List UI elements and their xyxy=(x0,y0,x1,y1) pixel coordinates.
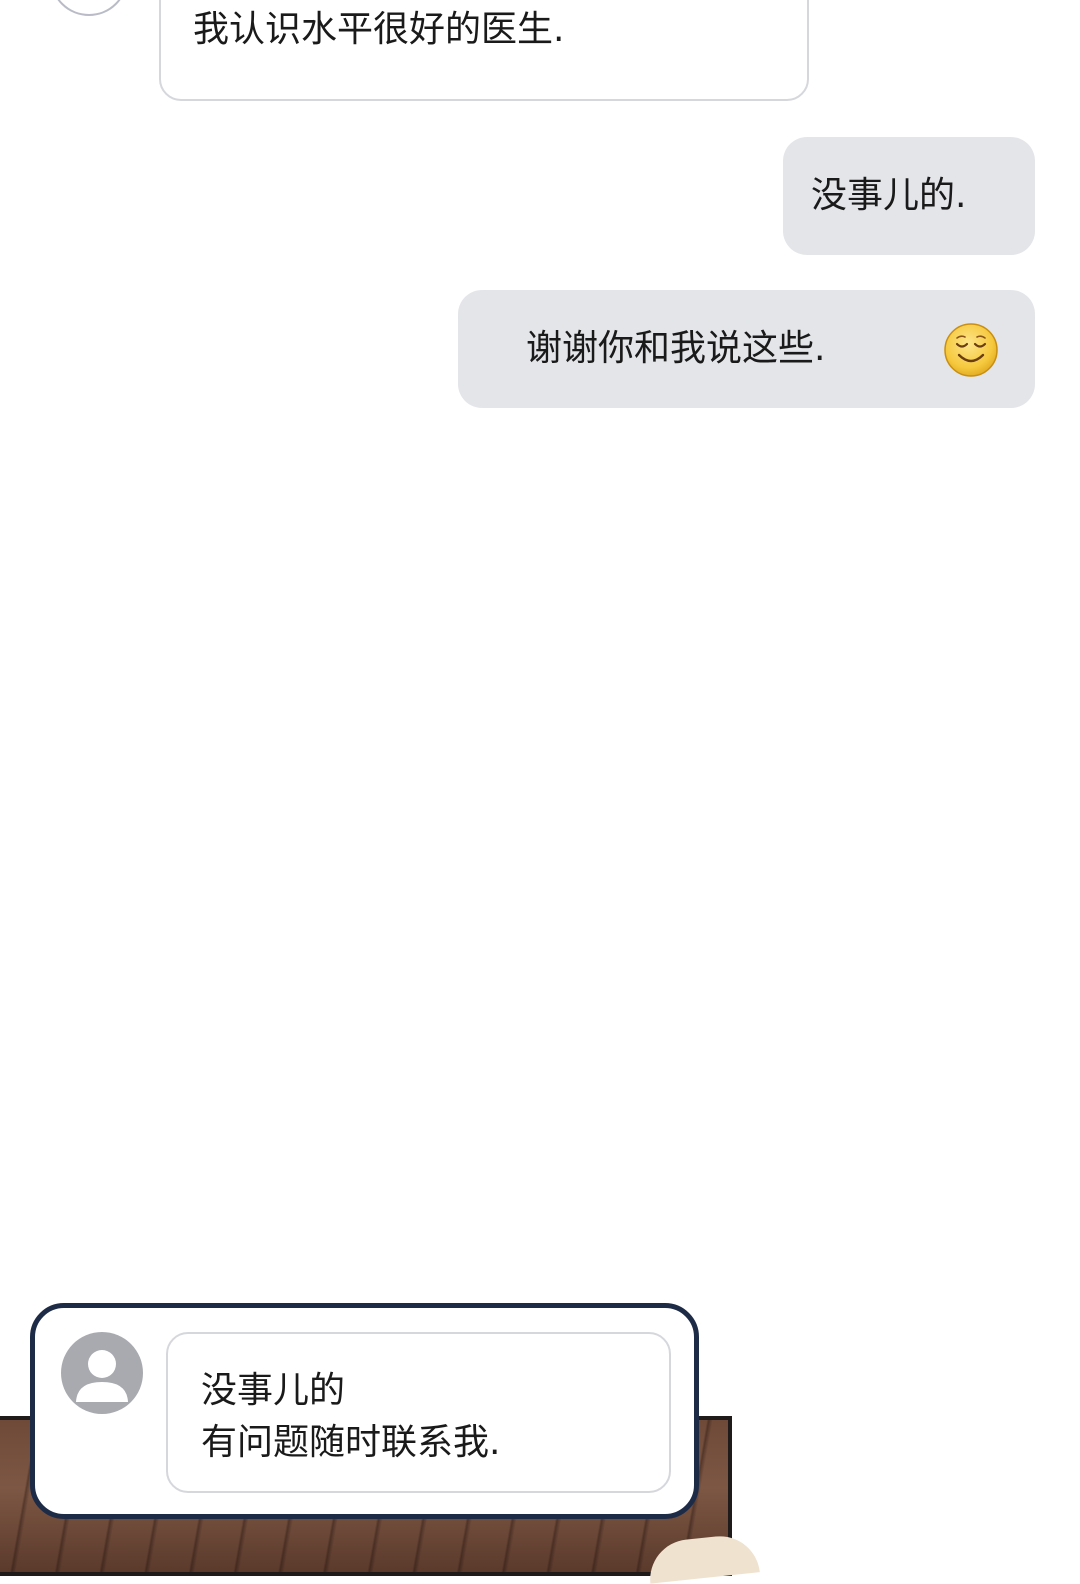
default-user-avatar-icon xyxy=(61,1332,143,1414)
message-notification-popup[interactable]: 没事儿的 有问题随时联系我. xyxy=(30,1303,699,1519)
incoming-message-text: 我认识水平很好的医生. xyxy=(193,9,565,50)
incoming-message-bubble: 我认识水平很好的医生. xyxy=(159,0,809,101)
outgoing-message-text: 谢谢你和我说这些. xyxy=(526,328,826,369)
contact-avatar xyxy=(50,0,128,16)
outgoing-message-bubble: 没事儿的. xyxy=(783,137,1035,255)
notification-message-line: 没事儿的 xyxy=(201,1370,346,1411)
outgoing-message-bubble: 谢谢你和我说这些. xyxy=(458,290,1035,408)
outgoing-message-text: 没事儿的. xyxy=(811,175,967,216)
notification-message-line: 有问题随时联系我. xyxy=(201,1422,501,1463)
notification-message-bubble: 没事儿的 有问题随时联系我. xyxy=(166,1332,671,1493)
smiling-face-icon xyxy=(944,323,998,377)
